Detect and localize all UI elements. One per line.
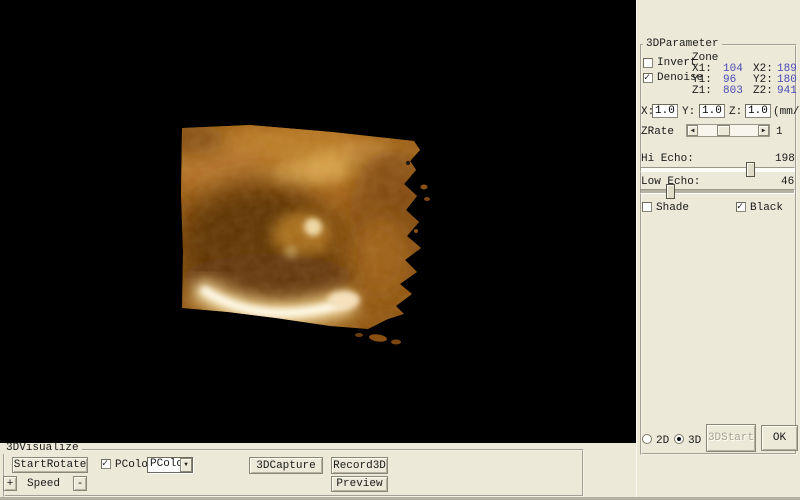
zone-z2-label: Z2: <box>753 86 773 97</box>
pcolor-checkbox[interactable] <box>101 459 111 469</box>
3d-radio-label: 3D <box>688 436 701 447</box>
shade-checkbox[interactable] <box>642 202 652 212</box>
speed-label: Speed <box>27 479 60 490</box>
visualize-panel: 3DVisualize StartRotate + Speed - PColor… <box>0 443 636 500</box>
zone-z2-value: 941 <box>777 86 797 97</box>
invert-checkbox[interactable] <box>643 58 653 68</box>
2d-radio-label: 2D <box>656 436 669 447</box>
zrate-right-arrow-icon[interactable]: ▶ <box>758 125 769 136</box>
preview-button[interactable]: Preview <box>331 476 388 492</box>
z-scale-field[interactable] <box>745 104 771 118</box>
hi-echo-thumb[interactable] <box>746 162 755 177</box>
zrate-scrollbar[interactable]: ◀ ▶ <box>686 124 770 137</box>
visualize-group-title: 3DVisualize <box>3 443 82 454</box>
3dcapture-button[interactable]: 3DCapture <box>249 457 323 474</box>
render-viewport <box>0 0 636 443</box>
zrate-thumb[interactable] <box>717 125 730 136</box>
zone-z1-value: 803 <box>723 86 743 97</box>
low-echo-value: 46 <box>781 177 794 188</box>
y-scale-field[interactable] <box>699 104 725 118</box>
shade-label: Shade <box>656 203 689 214</box>
ultrasound-render <box>0 0 636 443</box>
3dstart-button[interactable]: 3DStart <box>706 424 756 452</box>
zrate-label: ZRate <box>641 127 674 138</box>
hi-echo-slider[interactable] <box>640 167 795 172</box>
start-rotate-button[interactable]: StartRotate <box>12 457 88 473</box>
black-label: Black <box>750 203 783 214</box>
hi-echo-label: Hi Echo: <box>641 154 694 165</box>
2d-radio[interactable] <box>642 434 652 444</box>
record3d-button[interactable]: Record3D <box>331 457 388 474</box>
scale-unit-label: (mm/p) <box>773 107 800 118</box>
ok-button[interactable]: OK <box>761 425 798 451</box>
chevron-down-icon[interactable]: ▼ <box>180 458 192 472</box>
zrate-track[interactable] <box>698 125 758 136</box>
zrate-value: 1 <box>776 127 783 138</box>
x-scale-field[interactable] <box>652 104 678 118</box>
invert-label: Invert <box>657 58 697 69</box>
3d-radio[interactable] <box>674 434 684 444</box>
zone-z1-label: Z1: <box>692 86 712 97</box>
speed-plus-button[interactable]: + <box>3 476 17 491</box>
parameter-group-title: 3DParameter <box>643 39 722 50</box>
parameter-panel: 3DParameter Invert Denoise Zone X1: 104 … <box>636 0 800 500</box>
speed-minus-button[interactable]: - <box>73 476 87 491</box>
zrate-left-arrow-icon[interactable]: ◀ <box>687 125 698 136</box>
black-checkbox[interactable] <box>736 202 746 212</box>
hi-echo-value: 198 <box>775 154 795 165</box>
low-echo-slider[interactable] <box>640 189 795 194</box>
low-echo-thumb[interactable] <box>666 184 675 199</box>
pcolor-dropdown[interactable]: PColor ▼ <box>147 457 193 473</box>
y-scale-label: Y: <box>682 107 695 118</box>
z-scale-label: Z: <box>729 107 742 118</box>
denoise-checkbox[interactable] <box>643 73 653 83</box>
